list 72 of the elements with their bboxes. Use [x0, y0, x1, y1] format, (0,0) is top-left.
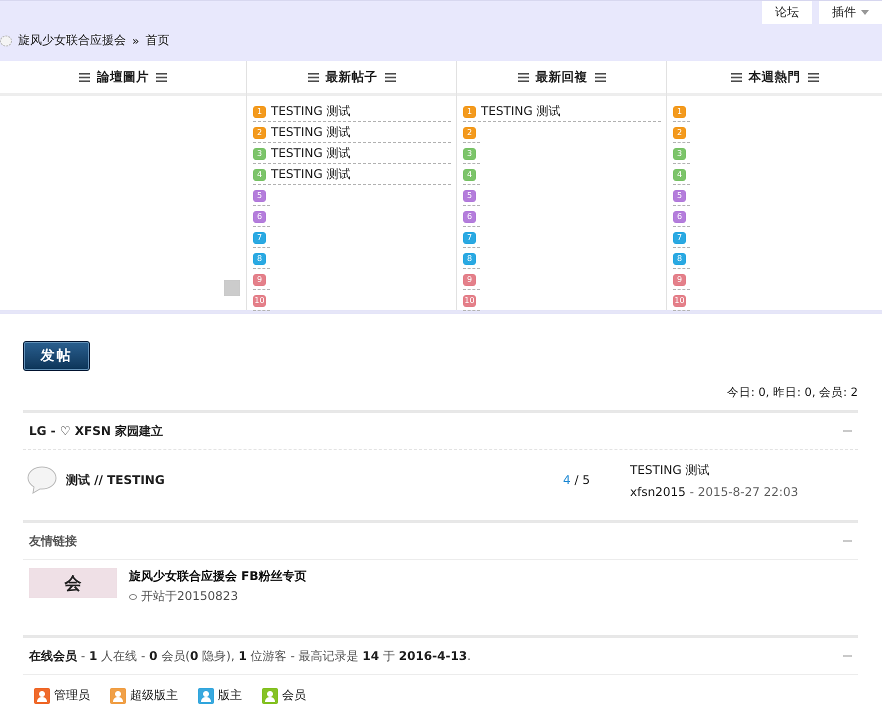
- rank-badge: 6: [673, 210, 686, 222]
- rank-badge: 7: [463, 232, 476, 244]
- category-title: LG - ♡ XFSN 家园建立: [29, 422, 164, 440]
- rank-badge: 3: [253, 148, 266, 160]
- menu-icon: [308, 72, 318, 82]
- column-title: 本週熱門: [748, 68, 800, 86]
- friend-link[interactable]: 旋风少女联合应援会 FB粉丝专页: [129, 569, 307, 583]
- rank-badge: 6: [253, 210, 266, 222]
- rank-badge: 9: [253, 274, 266, 286]
- breadcrumb-link[interactable]: 旋风少女联合应援会: [18, 32, 126, 49]
- rank-badge: 2: [253, 126, 266, 138]
- rank-badge: 9: [673, 274, 686, 286]
- rank-badge: 2: [673, 126, 686, 138]
- slide-dot-button[interactable]: [224, 280, 240, 296]
- menu-icon: [808, 72, 818, 82]
- menu-icon: [156, 72, 167, 82]
- rank-badge: 8: [253, 252, 266, 264]
- site-logo[interactable]: 会: [29, 568, 117, 598]
- rank-badge: 8: [463, 252, 476, 264]
- menu-icon: [730, 72, 742, 82]
- rank-badge: 2: [463, 126, 476, 138]
- rank-badge: 7: [673, 232, 686, 244]
- menu-icon: [518, 72, 528, 82]
- rank-badge: 6: [463, 210, 476, 222]
- thread-link[interactable]: TESTING 测试: [271, 124, 350, 141]
- nav-button[interactable]: 插件: [819, 1, 882, 24]
- rank-badge: 1: [463, 106, 476, 118]
- rank-badge: 1: [253, 106, 266, 118]
- rank-badge: 7: [253, 232, 266, 244]
- online-summary: 在线会员 -1 人在线 - 0 会员(0 隐身), 1 位游客 - 最高记录是 14 于 2016-4-13.: [29, 648, 471, 664]
- author-link[interactable]: xfsn2015: [630, 484, 686, 498]
- thread-post-count: 4 / 5: [562, 473, 590, 487]
- rank-badge: 1: [673, 106, 686, 118]
- menu-icon: [384, 72, 396, 82]
- forum-stats: 今日: 0, 昨日: 0, 会员: 2: [726, 385, 858, 400]
- thread-link[interactable]: TESTING 测试: [271, 166, 350, 183]
- column-title: 最新帖子: [326, 68, 378, 86]
- rank-badge: 10: [463, 294, 476, 306]
- legend-label: 会员: [282, 687, 306, 704]
- link-icon: [129, 594, 137, 600]
- rank-badge: 4: [673, 168, 686, 180]
- rank-badge: 3: [463, 148, 476, 160]
- thread-link[interactable]: TESTING 测试: [481, 103, 560, 120]
- rank-badge: 4: [253, 168, 266, 180]
- last-post-link[interactable]: TESTING 测试: [630, 462, 798, 478]
- thread-link[interactable]: TESTING 测试: [271, 145, 350, 162]
- post-time: - 2015-8-27 22:03: [690, 484, 798, 498]
- forum-link[interactable]: 测试 // TESTING: [66, 472, 526, 488]
- breadcrumb-current: 首页: [145, 32, 170, 49]
- rank-badge: 8: [673, 252, 686, 264]
- rank-badge: 3: [673, 148, 686, 160]
- legend-label: 超级版主: [130, 687, 178, 704]
- speech-bubble-icon: [26, 465, 58, 495]
- rank-badge: 5: [673, 190, 686, 202]
- column-title: 最新回複: [536, 68, 588, 86]
- thread-link[interactable]: TESTING 测试: [271, 103, 350, 120]
- rank-badge: 5: [463, 190, 476, 202]
- rank-badge: 10: [673, 294, 686, 306]
- nav-button[interactable]: 论坛: [762, 1, 812, 24]
- new-post-button[interactable]: 发帖: [23, 341, 90, 371]
- breadcrumb-separator: »: [132, 34, 140, 48]
- menu-icon: [79, 72, 90, 82]
- legend-label: 管理员: [54, 687, 90, 704]
- menu-icon: [594, 72, 606, 82]
- column-title: 論壇圖片: [97, 68, 149, 86]
- rank-badge: 5: [253, 190, 266, 202]
- rank-badge: 10: [253, 294, 266, 306]
- rank-badge: 9: [463, 274, 476, 286]
- legend-label: 版主: [218, 687, 242, 704]
- link-description: 开站于20150823: [141, 588, 238, 605]
- rank-badge: 4: [463, 168, 476, 180]
- section-title: 友情链接: [29, 532, 77, 550]
